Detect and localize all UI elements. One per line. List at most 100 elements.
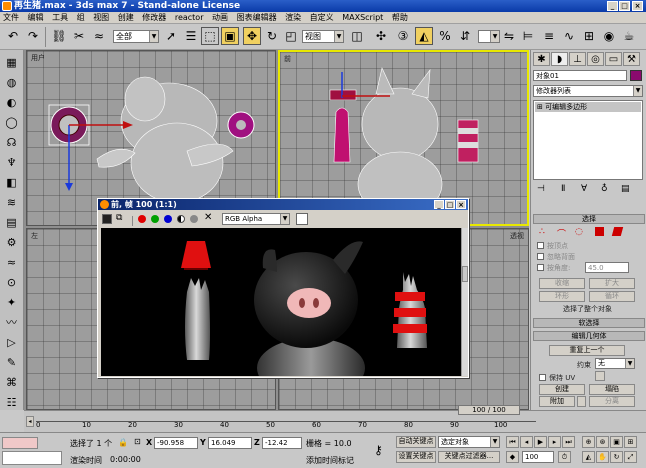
soft-select-rollout-header[interactable]: 软选择 bbox=[533, 318, 645, 328]
menu-animation[interactable]: 动画 bbox=[209, 12, 231, 24]
x-coordinate-field[interactable]: -90.958 bbox=[154, 437, 198, 449]
ring-button[interactable]: 环形 bbox=[539, 291, 585, 302]
preview-icon[interactable]: ▷ bbox=[3, 334, 20, 351]
auto-key-button[interactable]: 自动关键点 bbox=[396, 436, 436, 448]
go-to-end-icon[interactable]: ⏭ bbox=[562, 436, 575, 448]
select-rollout-header[interactable]: 选择 bbox=[533, 214, 645, 224]
ignore-backfacing-checkbox[interactable] bbox=[537, 253, 544, 260]
select-scale-icon[interactable]: ◰ bbox=[282, 27, 300, 45]
create-button[interactable]: 创建 bbox=[539, 384, 585, 395]
track-bar-prev-icon[interactable]: ◂ bbox=[26, 416, 34, 427]
minimize-button[interactable]: _ bbox=[607, 1, 618, 11]
bind-space-warp-icon[interactable]: ≈ bbox=[90, 27, 108, 45]
maximize-button[interactable]: □ bbox=[619, 1, 630, 11]
constraint-icon[interactable]: ♆ bbox=[3, 154, 20, 171]
wind-icon[interactable]: ≈ bbox=[3, 254, 20, 271]
menu-rendering[interactable]: 渲染 bbox=[282, 12, 304, 24]
alpha-channel-icon[interactable] bbox=[177, 215, 185, 223]
zoom-extents-icon[interactable]: ▣ bbox=[610, 436, 623, 448]
water-icon[interactable]: 〰 bbox=[3, 314, 20, 331]
window-crossing-icon[interactable]: ▣ bbox=[221, 27, 239, 45]
blue-channel-icon[interactable] bbox=[164, 215, 172, 223]
by-angle-checkbox[interactable] bbox=[537, 264, 544, 271]
menu-help[interactable]: 帮助 bbox=[389, 12, 411, 24]
maxscript-mini-listener[interactable] bbox=[2, 451, 62, 465]
menu-modifiers[interactable]: 修改器 bbox=[139, 12, 169, 24]
menu-create[interactable]: 创建 bbox=[115, 12, 137, 24]
angle-spinner[interactable]: 45.0 bbox=[585, 262, 629, 273]
tab-display-icon[interactable]: ▭ bbox=[605, 52, 622, 66]
expand-icon[interactable]: ⊞ bbox=[537, 103, 545, 111]
reactor-icon[interactable]: ▦ bbox=[3, 54, 20, 71]
time-config-icon[interactable]: ⏱ bbox=[558, 451, 571, 463]
redo-icon[interactable]: ↷ bbox=[24, 27, 42, 45]
configure-sets-icon[interactable]: ▤ bbox=[621, 184, 630, 194]
collapse-button[interactable]: 塌陷 bbox=[589, 384, 635, 395]
render-window-scrollbar[interactable] bbox=[461, 228, 468, 376]
rope-icon[interactable]: ☊ bbox=[3, 134, 20, 151]
green-channel-icon[interactable] bbox=[151, 215, 159, 223]
menu-tools[interactable]: 工具 bbox=[49, 12, 71, 24]
tab-hierarchy-icon[interactable]: ⊥ bbox=[569, 52, 586, 66]
motor-icon[interactable]: ⚙ bbox=[3, 234, 20, 251]
preserve-uv-settings-icon[interactable] bbox=[595, 371, 605, 381]
analyze-world-icon[interactable]: ⌘ bbox=[3, 374, 20, 391]
by-vertex-checkbox[interactable] bbox=[537, 242, 544, 249]
set-key-button[interactable]: 设置关键点 bbox=[396, 451, 436, 463]
render-minimize-button[interactable]: _ bbox=[434, 200, 444, 209]
close-button[interactable]: × bbox=[632, 1, 643, 11]
tab-modify-icon[interactable]: ◗ bbox=[551, 52, 568, 66]
maximize-viewport-icon[interactable]: ⤢ bbox=[624, 451, 637, 463]
menu-customize[interactable]: 自定义 bbox=[307, 12, 337, 24]
select-rotate-icon[interactable]: ↻ bbox=[263, 27, 281, 45]
pin-stack-icon[interactable]: ⊣ bbox=[537, 184, 545, 194]
edge-level-icon[interactable]: ⌒ bbox=[557, 227, 566, 240]
key-filters-button[interactable]: 关键点过滤器... bbox=[438, 451, 500, 463]
repeat-last-button[interactable]: 重复上一个 bbox=[549, 345, 625, 356]
object-name-field[interactable]: 对象01 bbox=[533, 70, 627, 81]
zoom-icon[interactable]: ⊕ bbox=[582, 436, 595, 448]
snap-toggle-icon[interactable]: ③ bbox=[394, 27, 412, 45]
layer-manager-icon[interactable]: ≡ bbox=[540, 27, 558, 45]
undo-icon[interactable]: ↶ bbox=[4, 27, 22, 45]
go-to-start-icon[interactable]: ⏮ bbox=[506, 436, 519, 448]
menu-views[interactable]: 视图 bbox=[90, 12, 112, 24]
object-color-swatch[interactable] bbox=[630, 70, 642, 81]
menu-edit[interactable]: 编辑 bbox=[25, 12, 47, 24]
clear-icon[interactable]: ✕ bbox=[204, 212, 212, 223]
add-time-tag[interactable]: 添加时间标记 bbox=[306, 455, 354, 466]
scrollbar-thumb[interactable] bbox=[462, 266, 468, 282]
create-animation-icon[interactable]: ✎ bbox=[3, 354, 20, 371]
lock-selection-icon[interactable]: 🔒 bbox=[118, 438, 128, 447]
key-icon[interactable]: ⚷ bbox=[374, 443, 383, 457]
mirror-icon[interactable]: ⇋ bbox=[500, 27, 518, 45]
save-image-icon[interactable] bbox=[102, 214, 112, 224]
cloth-icon[interactable]: ◐ bbox=[3, 94, 20, 111]
element-level-icon[interactable] bbox=[611, 227, 624, 236]
key-target-dropdown[interactable]: 选定对象 ▼ bbox=[438, 436, 500, 448]
property-editor-icon[interactable]: ☷ bbox=[3, 394, 20, 411]
menu-group[interactable]: 组 bbox=[74, 12, 88, 24]
render-teapot-icon[interactable]: ☕ bbox=[620, 27, 638, 45]
current-frame-field[interactable]: 100 bbox=[522, 451, 554, 463]
named-selection-dropdown[interactable]: ▼ bbox=[478, 30, 500, 43]
edit-geometry-rollout-header[interactable]: 编辑几何体 bbox=[533, 331, 645, 341]
vertex-level-icon[interactable]: ∴ bbox=[539, 227, 545, 237]
maxscript-listener[interactable] bbox=[2, 437, 38, 449]
curve-editor-icon[interactable]: ∿ bbox=[560, 27, 578, 45]
manipulate-icon[interactable]: ✣ bbox=[372, 27, 390, 45]
percent-snap-icon[interactable]: % bbox=[436, 27, 454, 45]
rect-selection-icon[interactable]: ⬚ bbox=[201, 27, 219, 45]
key-mode-icon[interactable]: ◆ bbox=[506, 451, 519, 463]
select-object-icon[interactable]: ➚ bbox=[162, 27, 180, 45]
spring-icon[interactable]: ≋ bbox=[3, 194, 20, 211]
z-coordinate-field[interactable]: -12.42 bbox=[262, 437, 302, 449]
schematic-view-icon[interactable]: ⊞ bbox=[580, 27, 598, 45]
select-by-name-icon[interactable]: ☰ bbox=[182, 27, 200, 45]
selection-filter-dropdown[interactable]: 全部 ▼ bbox=[113, 30, 159, 43]
dashpot-icon[interactable]: ▤ bbox=[3, 214, 20, 231]
hinge-icon[interactable]: ◧ bbox=[3, 174, 20, 191]
rigid-body-icon[interactable]: ◍ bbox=[3, 74, 20, 91]
zoom-all-icon[interactable]: ⊛ bbox=[596, 436, 609, 448]
render-close-button[interactable]: × bbox=[456, 200, 466, 209]
